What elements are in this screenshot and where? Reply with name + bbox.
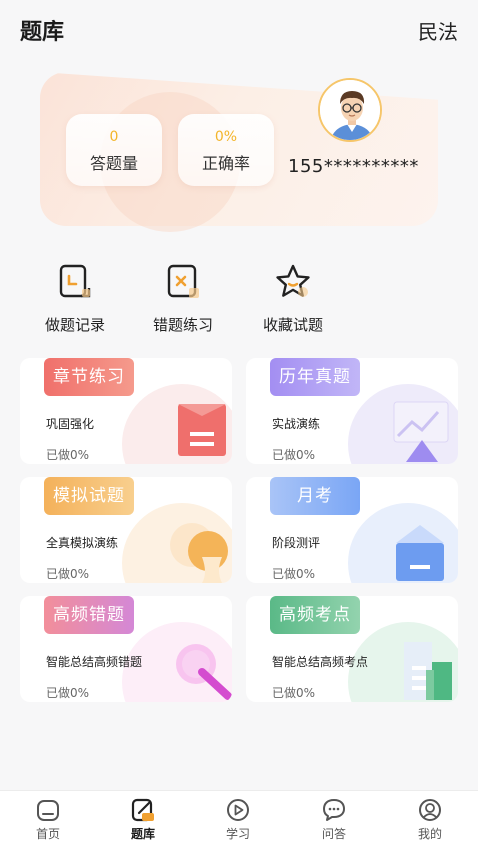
card-description: 巩固强化 [46, 417, 95, 431]
subject-selector[interactable]: 民法 [418, 16, 458, 45]
envelope-icon [392, 523, 448, 583]
card-title: 模拟试题 [44, 477, 134, 515]
accuracy-value: 0% [214, 129, 238, 145]
card-progress: 已做0% [272, 567, 316, 581]
card-description: 智能总结高频错题 [46, 655, 143, 669]
card-past-exams[interactable]: 历年真题 实战演练 已做0% [246, 358, 458, 464]
document-record-icon [55, 262, 95, 302]
quick-action-wrong[interactable]: 错题练习 [128, 262, 238, 335]
quick-action-label: 做题记录 [44, 316, 105, 334]
card-title: 高频考点 [270, 596, 360, 634]
card-progress: 已做0% [46, 567, 90, 581]
card-frequent-mistakes[interactable]: 高频错题 智能总结高频错题 已做0% [20, 596, 232, 702]
card-title: 历年真题 [270, 358, 360, 396]
accuracy-label: 正确率 [201, 154, 250, 173]
card-title: 高频错题 [44, 596, 134, 634]
answered-count-value: 0 [109, 129, 119, 145]
building-chart-icon [396, 640, 456, 702]
accuracy-card[interactable]: 0% 正确率 [178, 114, 274, 186]
card-description: 全真模拟演练 [46, 536, 119, 550]
top-bar: 题库 民法 [0, 0, 478, 60]
quick-action-favorites[interactable]: 收藏试题 [238, 262, 348, 335]
card-title: 月考 [270, 477, 360, 515]
profile-icon [417, 797, 443, 823]
card-title: 章节练习 [44, 358, 134, 396]
tab-qa[interactable]: 问答 [304, 797, 364, 842]
tab-label: 我的 [417, 827, 442, 841]
tab-question-bank[interactable]: 题库 [113, 797, 173, 842]
star-icon [273, 262, 313, 302]
page-title: 题库 [20, 20, 65, 45]
wrong-question-icon [163, 262, 203, 302]
card-key-points[interactable]: 高频考点 智能总结高频考点 已做0% [246, 596, 458, 702]
card-description: 实战演练 [272, 417, 321, 431]
card-progress: 已做0% [46, 448, 90, 462]
magnifier-icon [170, 640, 232, 702]
phone-number: 155********** [288, 156, 419, 177]
exam-chart-icon [392, 400, 452, 464]
card-description: 阶段测评 [272, 536, 321, 550]
quick-action-label: 错题练习 [152, 316, 213, 334]
avatar[interactable] [318, 78, 382, 142]
home-icon [35, 797, 61, 823]
play-icon [225, 797, 251, 823]
bottom-tab-bar: 首页 题库 学习 问答 我的 [0, 790, 478, 850]
mock-test-icon [166, 521, 232, 583]
card-description: 智能总结高频考点 [272, 655, 369, 669]
chapter-book-icon [176, 402, 228, 462]
card-progress: 已做0% [272, 448, 316, 462]
tab-label: 题库 [130, 827, 155, 841]
answered-count-label: 答题量 [89, 154, 138, 173]
card-progress: 已做0% [46, 686, 90, 700]
chat-icon [321, 797, 347, 823]
answered-count-card[interactable]: 0 答题量 [66, 114, 162, 186]
tab-profile[interactable]: 我的 [400, 797, 460, 842]
tab-study[interactable]: 学习 [208, 797, 268, 842]
profile-card: 0 答题量 0% 正确率 155********** [40, 72, 438, 232]
card-monthly-exam[interactable]: 月考 阶段测评 已做0% [246, 477, 458, 583]
tab-label: 首页 [35, 827, 60, 841]
tab-label: 学习 [225, 827, 250, 841]
card-progress: 已做0% [272, 686, 316, 700]
card-mock-tests[interactable]: 模拟试题 全真模拟演练 已做0% [20, 477, 232, 583]
quick-action-label: 收藏试题 [262, 316, 323, 334]
card-chapter-practice[interactable]: 章节练习 巩固强化 已做0% [20, 358, 232, 464]
quick-action-record[interactable]: 做题记录 [20, 262, 130, 335]
tab-home[interactable]: 首页 [18, 797, 78, 842]
question-bank-icon [130, 797, 156, 823]
tab-label: 问答 [321, 827, 346, 841]
